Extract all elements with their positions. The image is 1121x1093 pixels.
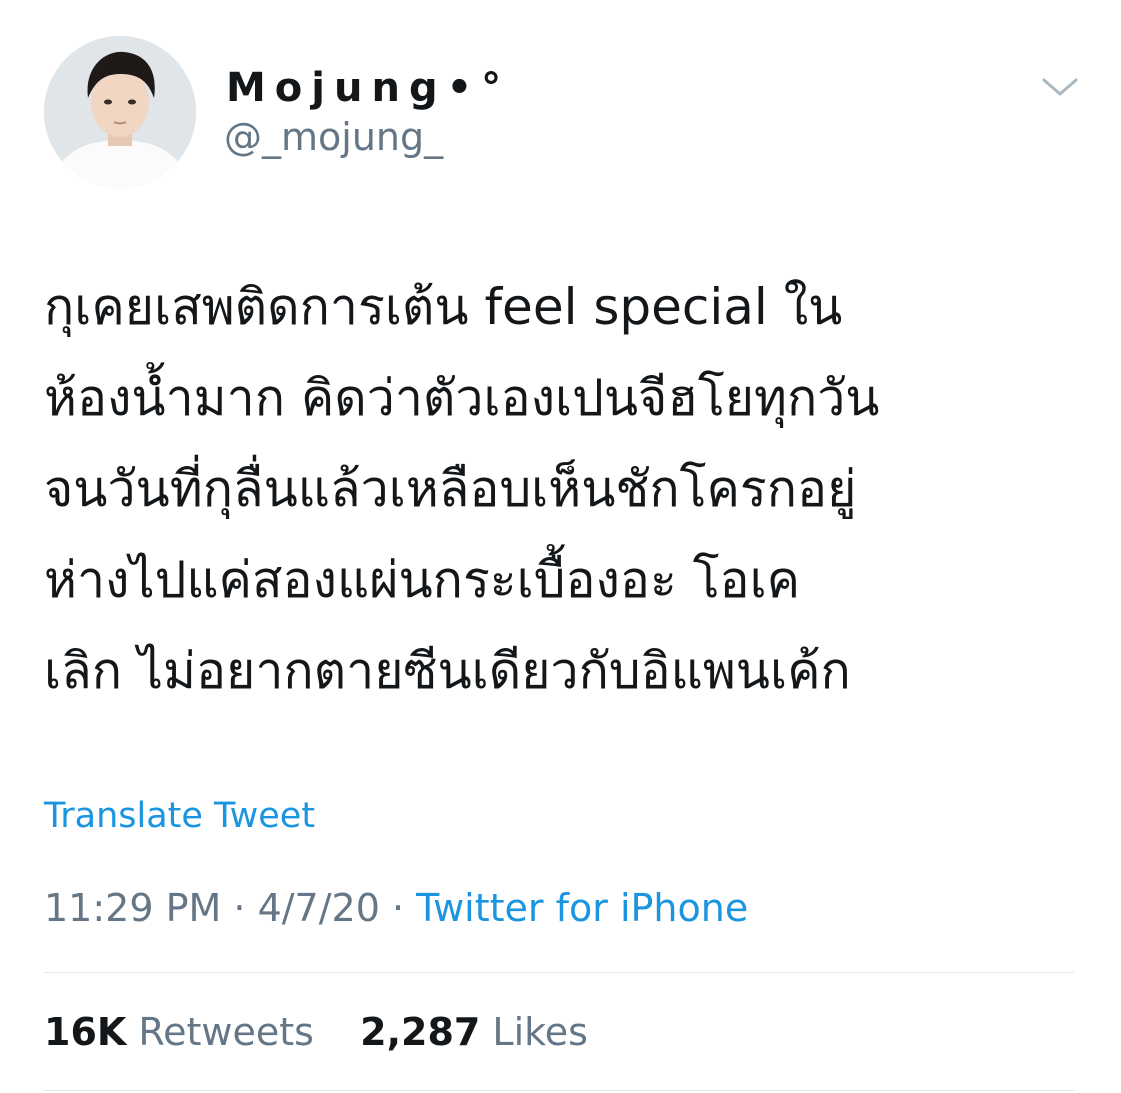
tweet-stats: 16K Retweets 2,287 Likes	[44, 1008, 588, 1056]
divider	[44, 972, 1074, 973]
divider	[44, 1090, 1074, 1091]
chevron-down-icon[interactable]	[1040, 72, 1080, 102]
tweet-source-link[interactable]: Twitter for iPhone	[416, 886, 748, 930]
meta-separator: ·	[233, 886, 246, 930]
tweet-time: 11:29 PM	[44, 886, 222, 930]
likes-stat[interactable]: 2,287 Likes	[360, 1010, 588, 1054]
tweet-meta: 11:29 PM · 4/7/20 · Twitter for iPhone	[44, 884, 748, 932]
tweet-text-line: ห้องน้ำมาก คิดว่าตัวเองเปนจีฮโยทุกวัน	[44, 369, 880, 427]
username[interactable]: @_mojung_	[224, 114, 443, 160]
retweets-count: 16K	[44, 1010, 127, 1054]
likes-label: Likes	[492, 1010, 588, 1054]
retweets-stat[interactable]: 16K Retweets	[44, 1010, 326, 1054]
tweet-text-line: กุเคยเสพติดการเต้น feel special ใน	[44, 278, 843, 336]
avatar-photo	[44, 36, 196, 188]
display-name[interactable]: Mojung•°	[226, 64, 510, 112]
retweets-label: Retweets	[138, 1010, 314, 1054]
tweet-text: กุเคยเสพติดการเต้น feel special ใน ห้องน…	[44, 262, 1084, 717]
avatar[interactable]	[44, 36, 196, 188]
meta-separator: ·	[391, 886, 405, 930]
tweet-date: 4/7/20	[257, 886, 380, 930]
translate-tweet-link[interactable]: Translate Tweet	[44, 794, 315, 838]
tweet-text-line: ห่างไปแค่สองแผ่นกระเบื้องอะ โอเค	[44, 551, 801, 609]
tweet-text-line: จนวันที่กุลื่นแล้วเหลือบเห็นชักโครกอยู่	[44, 460, 857, 518]
likes-count: 2,287	[360, 1010, 481, 1054]
tweet-text-line: เลิก ไม่อยากตายซีนเดียวกับอิแพนเค้ก	[44, 642, 851, 700]
